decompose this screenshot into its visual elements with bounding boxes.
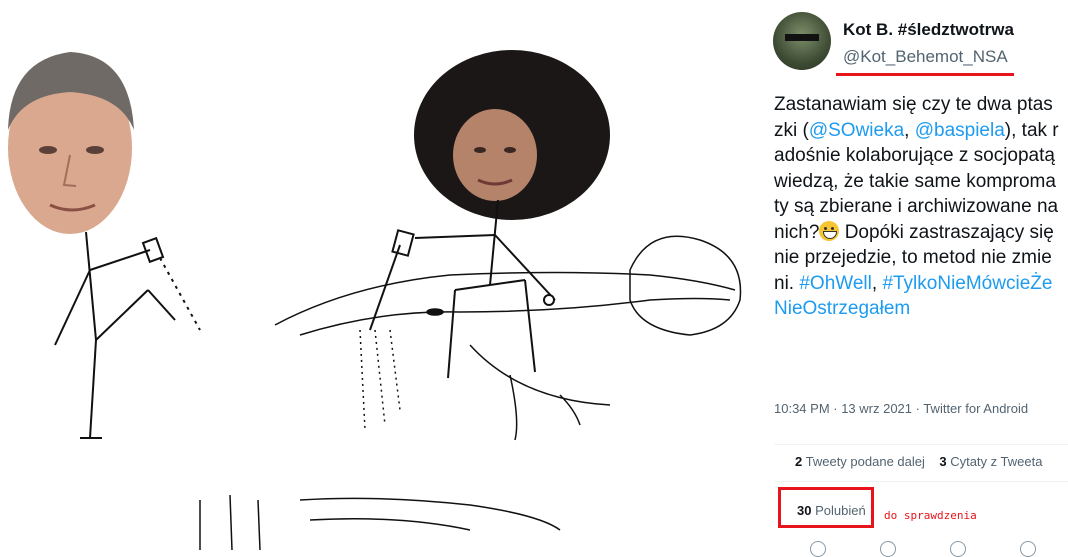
- retweets-label: Tweety podane dalej: [805, 454, 925, 469]
- quotes-link[interactable]: 3 Cytaty z Tweeta: [939, 454, 1042, 469]
- author-handle[interactable]: @Kot_Behemot_NSA: [843, 47, 1008, 67]
- tree-branch: [274, 235, 742, 441]
- quotes-label: Cytaty z Tweeta: [950, 454, 1043, 469]
- tweet-timestamp[interactable]: 10:34 PM · 13 wrz 2021 · Twitter for And…: [774, 400, 1034, 417]
- annotation-note: do sprawdzenia: [884, 509, 977, 522]
- tweet-text-segment: ,: [904, 119, 915, 141]
- tweet-card: Kot B. #śledztwotrwa @Kot_Behemot_NSA Za…: [760, 0, 1068, 557]
- likes-label: Polubień: [815, 503, 866, 518]
- grinning-face-icon: [819, 220, 840, 241]
- lower-sketch: [199, 494, 561, 550]
- tweet-actions: [810, 541, 1040, 557]
- tweet-text: Zastanawiam się czy te dwa ptaszki (@SOw…: [774, 92, 1060, 322]
- author-avatar[interactable]: [773, 12, 831, 70]
- like-icon[interactable]: [950, 541, 966, 557]
- mention-link[interactable]: @baspiela: [915, 120, 1005, 141]
- retweets-count: 2: [795, 454, 803, 469]
- man-head-photo: [8, 52, 134, 234]
- divider: [774, 481, 1068, 482]
- woman-stick-figure: [369, 199, 556, 379]
- likes-highlight-box[interactable]: 30 Polubień: [778, 487, 874, 528]
- hashtag-link[interactable]: #OhWell: [799, 273, 872, 294]
- share-icon[interactable]: [1020, 541, 1036, 557]
- divider: [774, 444, 1068, 445]
- woman-head-photo: [414, 50, 610, 220]
- likes-count: 30: [797, 503, 812, 518]
- tweet-stats: 2 Tweety podane dalej 3 Cytaty z Tweeta: [795, 454, 1042, 469]
- retweet-icon[interactable]: [880, 541, 896, 557]
- censor-bar: [785, 34, 819, 41]
- mention-link[interactable]: @SOwieka: [809, 120, 904, 141]
- handle-red-underline: [836, 73, 1014, 76]
- man-stick-figure: [54, 231, 201, 439]
- cartoon-illustration: [8, 50, 742, 550]
- author-name[interactable]: Kot B. #śledztwotrwa: [843, 20, 1014, 40]
- tweet-text-segment: ,: [871, 272, 883, 294]
- quotes-count: 3: [939, 454, 947, 469]
- reply-icon[interactable]: [810, 541, 826, 557]
- retweets-link[interactable]: 2 Tweety podane dalej: [795, 454, 925, 469]
